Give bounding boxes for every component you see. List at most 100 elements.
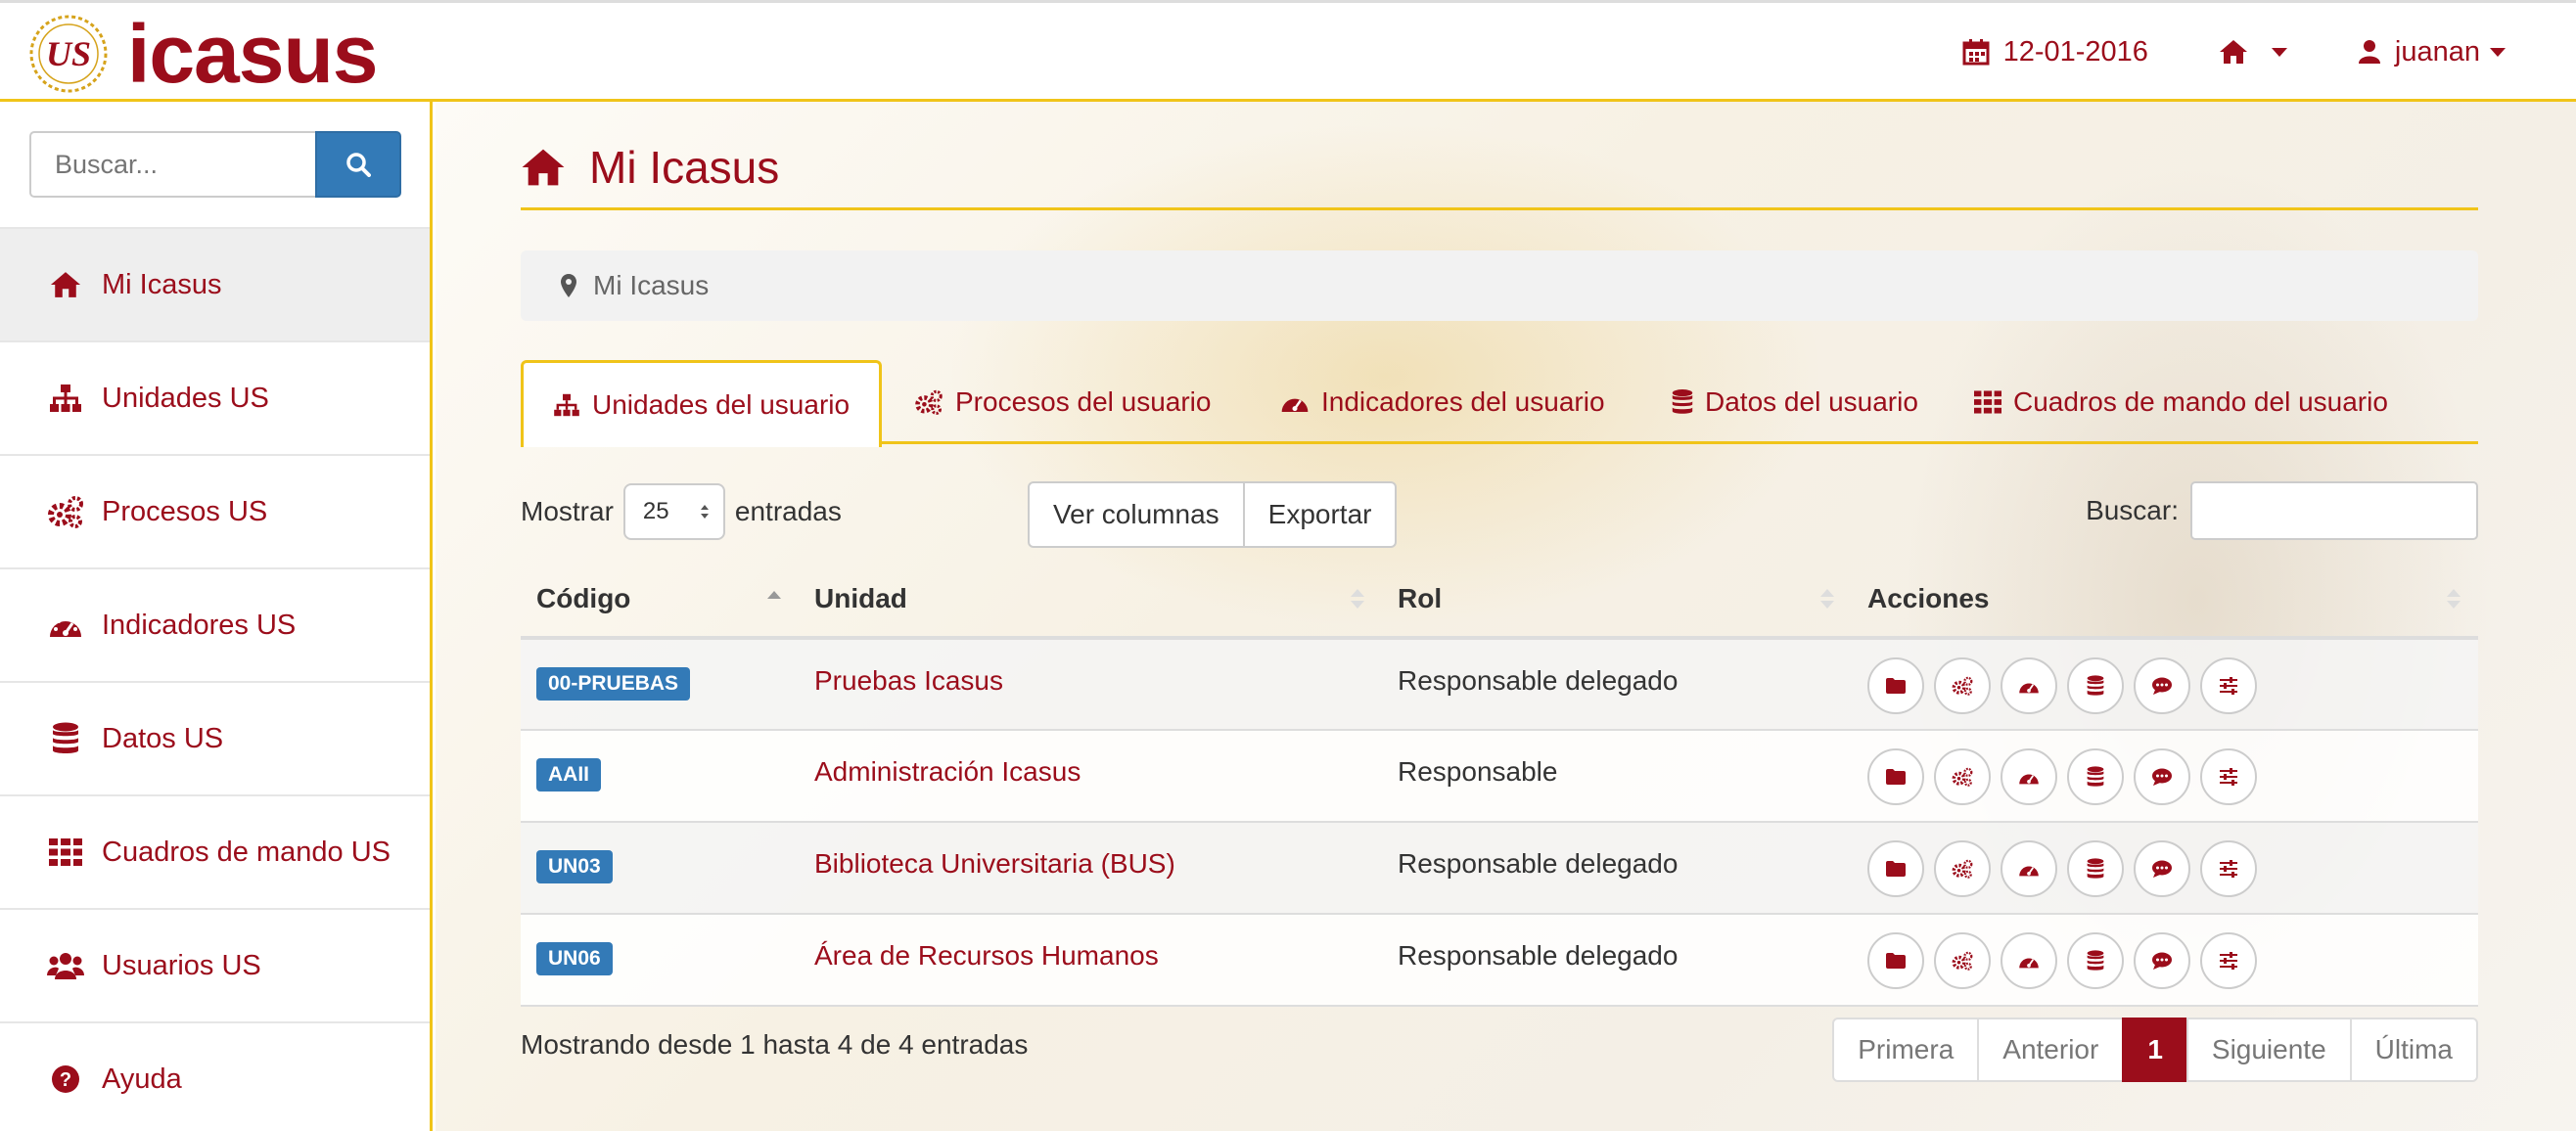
user-icon — [2358, 40, 2380, 64]
tab-label: Procesos del usuario — [955, 386, 1212, 417]
sidebar-search-input[interactable] — [29, 131, 315, 198]
breadcrumb-item[interactable]: Mi Icasus — [593, 270, 709, 301]
comment-icon — [2151, 676, 2173, 696]
table-filter: Buscar: — [2086, 481, 2478, 540]
sidebar-menu: Mi Icasus Unidades US Procesos US Indica… — [0, 227, 430, 1131]
comment-action-button[interactable] — [2134, 932, 2190, 989]
dashboard-action-button[interactable] — [2001, 748, 2057, 805]
sidebar-item-ayuda[interactable]: ? Ayuda — [0, 1021, 430, 1131]
row-actions — [1867, 932, 2478, 989]
cogs-icon — [915, 389, 943, 415]
dashboard-icon — [1281, 398, 1309, 412]
dashboard-icon — [2018, 768, 2040, 786]
pager-first[interactable]: Primera — [1832, 1018, 1980, 1082]
home-dropdown[interactable] — [2219, 39, 2287, 65]
cogs-action-button[interactable] — [1934, 748, 1991, 805]
logo-text: US — [46, 34, 91, 73]
column-header-unidad[interactable]: Unidad — [799, 562, 1382, 640]
sidebar-item-usuarios[interactable]: Usuarios US — [0, 908, 430, 1021]
unit-link[interactable]: Pruebas Icasus — [814, 665, 1003, 696]
dashboard-action-button[interactable] — [2001, 932, 2057, 989]
sitemap-icon — [554, 393, 579, 417]
database-action-button[interactable] — [2067, 932, 2124, 989]
table-buttons: Ver columnas Exportar — [1028, 481, 1398, 548]
filter-label: Buscar: — [2086, 495, 2179, 525]
database-icon — [2087, 950, 2104, 972]
folder-action-button[interactable] — [1867, 840, 1924, 897]
folder-icon — [1885, 768, 1907, 786]
dashboard-action-button[interactable] — [2001, 657, 2057, 714]
row-actions — [1867, 657, 2478, 714]
sliders-action-button[interactable] — [2200, 840, 2257, 897]
svg-text:?: ? — [60, 1069, 71, 1091]
tab-procesos[interactable]: Procesos del usuario — [885, 360, 1240, 444]
search-icon — [346, 153, 371, 177]
user-dropdown[interactable]: juanan — [2358, 36, 2506, 68]
database-action-button[interactable] — [2067, 840, 2124, 897]
sliders-action-button[interactable] — [2200, 748, 2257, 805]
home-icon — [2219, 40, 2247, 64]
unit-link[interactable]: Administración Icasus — [814, 756, 1081, 787]
pager-next[interactable]: Siguiente — [2185, 1018, 2352, 1082]
folder-action-button[interactable] — [1867, 657, 1924, 714]
columns-button[interactable]: Ver columnas — [1028, 481, 1245, 548]
cogs-action-button[interactable] — [1934, 657, 1991, 714]
sidebar-item-mi-icasus[interactable]: Mi Icasus — [0, 227, 430, 340]
database-action-button[interactable] — [2067, 748, 2124, 805]
chevron-down-icon — [2490, 47, 2506, 57]
sidebar-item-unidades[interactable]: Unidades US — [0, 340, 430, 454]
unit-link[interactable]: Área de Recursos Humanos — [814, 940, 1159, 971]
comment-action-button[interactable] — [2134, 657, 2190, 714]
page-title: Mi Icasus — [521, 141, 779, 194]
user-name: juanan — [2394, 35, 2480, 68]
dashboard-action-button[interactable] — [2001, 840, 2057, 897]
breadcrumb: Mi Icasus — [521, 250, 2478, 321]
sidebar-item-datos[interactable]: Datos US — [0, 681, 430, 794]
sliders-action-button[interactable] — [2200, 657, 2257, 714]
comment-icon — [2151, 767, 2173, 787]
sidebar-item-indicadores[interactable]: Indicadores US — [0, 567, 430, 681]
database-icon — [1672, 389, 1693, 414]
sidebar-item-label: Datos US — [102, 722, 224, 754]
sidebar-item-cuadros[interactable]: Cuadros de mando US — [0, 794, 430, 908]
comment-action-button[interactable] — [2134, 748, 2190, 805]
folder-action-button[interactable] — [1867, 748, 1924, 805]
database-action-button[interactable] — [2067, 657, 2124, 714]
pager-previous[interactable]: Anterior — [1977, 1018, 2125, 1082]
cogs-icon — [1952, 767, 1973, 787]
dashboard-icon — [2018, 860, 2040, 878]
folder-action-button[interactable] — [1867, 932, 1924, 989]
tab-cuadros[interactable]: Cuadros de mando del usuario — [1945, 360, 2417, 444]
sidebar-item-procesos[interactable]: Procesos US — [0, 454, 430, 567]
cogs-action-button[interactable] — [1934, 932, 1991, 989]
unit-code-badge: UN03 — [536, 850, 613, 883]
pager-page[interactable]: 1 — [2122, 1018, 2188, 1082]
comment-icon — [2151, 859, 2173, 879]
brand[interactable]: US icasus — [27, 13, 379, 95]
entries-select[interactable]: 25 — [622, 483, 725, 540]
cogs-action-button[interactable] — [1934, 840, 1991, 897]
comment-action-button[interactable] — [2134, 840, 2190, 897]
database-icon — [53, 722, 78, 753]
tab-label: Datos del usuario — [1705, 386, 1918, 417]
sliders-icon — [2218, 951, 2239, 971]
column-header-acciones[interactable]: Acciones — [1852, 562, 2478, 640]
grid-icon — [1974, 390, 2001, 414]
date-display[interactable]: 12-01-2016 — [1962, 36, 2148, 68]
cogs-icon — [1952, 676, 1973, 696]
tab-datos[interactable]: Datos del usuario — [1642, 360, 1948, 444]
column-header-rol[interactable]: Rol — [1382, 562, 1852, 640]
sliders-action-button[interactable] — [2200, 932, 2257, 989]
sliders-icon — [2218, 767, 2239, 787]
unit-code-badge: AAII — [536, 758, 601, 792]
tab-unidades[interactable]: Unidades del usuario — [521, 360, 883, 447]
unit-link[interactable]: Biblioteca Universitaria (BUS) — [814, 848, 1175, 879]
dashboard-icon — [2018, 677, 2040, 695]
export-button[interactable]: Exportar — [1244, 481, 1398, 548]
unit-role: Responsable — [1398, 756, 1558, 787]
filter-input[interactable] — [2190, 481, 2478, 540]
column-header-codigo[interactable]: Código — [521, 562, 799, 640]
tab-indicadores[interactable]: Indicadores del usuario — [1251, 360, 1634, 444]
sidebar-search-button[interactable] — [315, 131, 401, 198]
pager-last[interactable]: Última — [2349, 1018, 2478, 1082]
